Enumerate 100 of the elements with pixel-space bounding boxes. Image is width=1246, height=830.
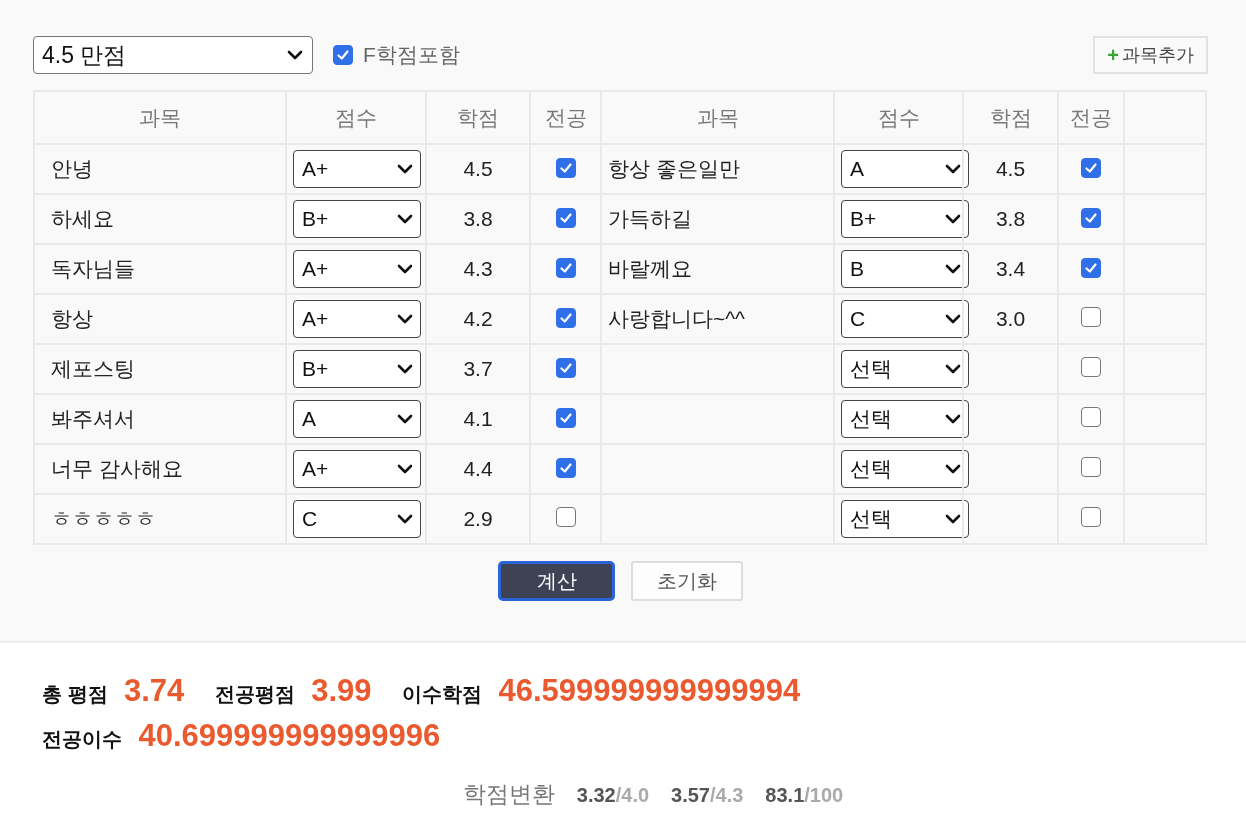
grade-dropdown[interactable]: A+ [293,450,421,488]
grade-dropdown[interactable]: C [293,500,421,538]
chevron-down-icon [396,163,414,175]
chevron-down-icon [396,463,414,475]
result-label: 전공이수 [42,728,122,750]
grade-dropdown[interactable]: A+ [293,150,421,188]
grade-dropdown[interactable]: B+ [841,200,969,238]
column-header: 과목 [696,104,739,131]
add-subject-button[interactable]: +과목추가 [1093,36,1208,74]
subject-name: 하세요 [51,206,114,232]
grade-dropdown[interactable]: B+ [293,200,421,238]
column-header: 전공 [1070,104,1112,131]
chevron-down-icon [944,163,962,175]
grade-point: 4.3 [463,257,493,281]
result-value: 40.699999999999996 [138,718,441,753]
grade-point: 4.1 [463,407,493,431]
grade-dropdown[interactable]: A+ [293,300,421,338]
checkmark-icon [557,310,574,326]
checkbox[interactable] [555,158,576,178]
checkbox[interactable] [1081,306,1101,327]
grade-dropdown[interactable]: 선택 [841,400,969,438]
checkbox[interactable] [333,45,353,65]
grade-point: 3.4 [995,257,1026,281]
chevron-down-icon [396,363,414,375]
subject-name: 사랑합니다~^^ [608,306,745,332]
checkmark-icon [557,360,574,376]
checkbox-label: F학점포함 [363,42,460,68]
subject-name: 항상 좋은일만 [608,156,740,182]
checkbox[interactable] [555,258,576,278]
grade-point: 4.5 [995,157,1026,181]
chevron-down-icon [286,49,304,61]
subject-name: 안녕 [51,156,93,182]
scale-dropdown[interactable]: 4.5 만점 [33,36,313,74]
grade-dropdown[interactable]: A [841,150,969,188]
chevron-down-icon [944,363,962,375]
result-label: 전공평점 [214,683,295,705]
grade-dropdown[interactable]: 선택 [841,500,969,538]
grade-dropdown[interactable]: B [841,250,969,288]
grade-dropdown[interactable]: 선택 [841,350,969,388]
grade-dropdown[interactable]: 선택 [841,450,969,488]
chevron-down-icon [396,413,414,425]
checkbox[interactable] [555,506,576,527]
checkmark-icon [335,47,351,63]
column-header: 학점 [457,104,499,131]
checkbox[interactable] [1081,506,1101,527]
checkbox[interactable] [555,208,576,228]
result-value: 46.599999999999994 [498,673,801,708]
reset-button[interactable]: 초기화 [631,561,743,601]
checkbox[interactable] [1081,456,1101,477]
checkbox[interactable] [1081,258,1101,278]
grade-point: 3.0 [995,307,1026,331]
checkmark-icon [1083,260,1099,276]
chevron-down-icon [944,213,962,225]
chevron-down-icon [396,313,414,325]
grade-point: 4.4 [463,457,493,481]
grade-point: 2.9 [463,507,493,531]
checkbox[interactable] [1081,356,1101,377]
grade-dropdown[interactable]: A [293,400,421,438]
checkbox[interactable] [1081,208,1101,228]
checkbox[interactable] [555,408,576,428]
checkbox[interactable] [1081,406,1101,427]
conversion-label: 학점변환 [462,780,555,809]
column-header: 점수 [335,104,377,131]
result-value: 3.74 [124,673,185,708]
checkmark-icon [557,210,574,226]
result-label: 총 평점 [42,683,108,705]
grade-dropdown[interactable]: B+ [293,350,421,388]
grade-point: 3.8 [463,207,493,231]
subject-name: 바랄께요 [608,256,692,282]
subject-name: 제포스팅 [51,356,135,382]
checkmark-icon [1083,210,1099,226]
checkbox[interactable] [1081,158,1101,178]
chevron-down-icon [944,313,962,325]
converted-score: 3.57/4.3 [671,784,744,807]
subject-name: ㅎㅎㅎㅎㅎ [51,506,156,532]
grade-dropdown[interactable]: A+ [293,250,421,288]
chevron-down-icon [396,213,414,225]
column-header: 점수 [877,104,920,131]
converted-score: 83.1/100 [765,784,844,807]
chevron-down-icon [944,263,962,275]
checkmark-icon [557,160,574,176]
chevron-down-icon [944,513,962,525]
checkbox[interactable] [555,458,576,478]
subject-name: 가득하길 [608,206,692,232]
grade-point: 4.2 [463,307,493,331]
checkbox[interactable] [555,358,576,378]
subject-name: 항상 [51,306,93,332]
chevron-down-icon [944,463,962,475]
subject-name: 너무 감사해요 [51,456,183,482]
grade-dropdown[interactable]: C [841,300,969,338]
checkmark-icon [1083,160,1099,176]
column-header: 과목 [139,104,181,131]
checkmark-icon [557,260,574,276]
calculate-button[interactable]: 계산 [498,561,615,601]
subject-name: 봐주셔서 [51,406,135,432]
grade-point: 4.5 [463,157,493,181]
column-header: 전공 [544,104,587,131]
checkbox[interactable] [555,308,576,328]
plus-icon: + [1107,43,1119,67]
grade-point: 3.7 [463,357,493,381]
